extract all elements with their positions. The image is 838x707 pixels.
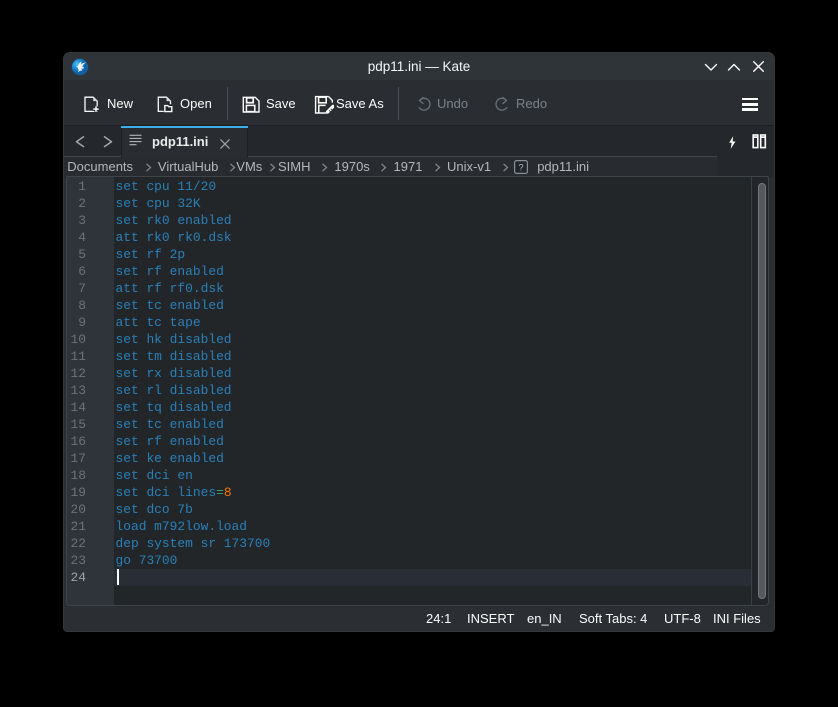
svg-text:?: ? [518, 163, 523, 174]
